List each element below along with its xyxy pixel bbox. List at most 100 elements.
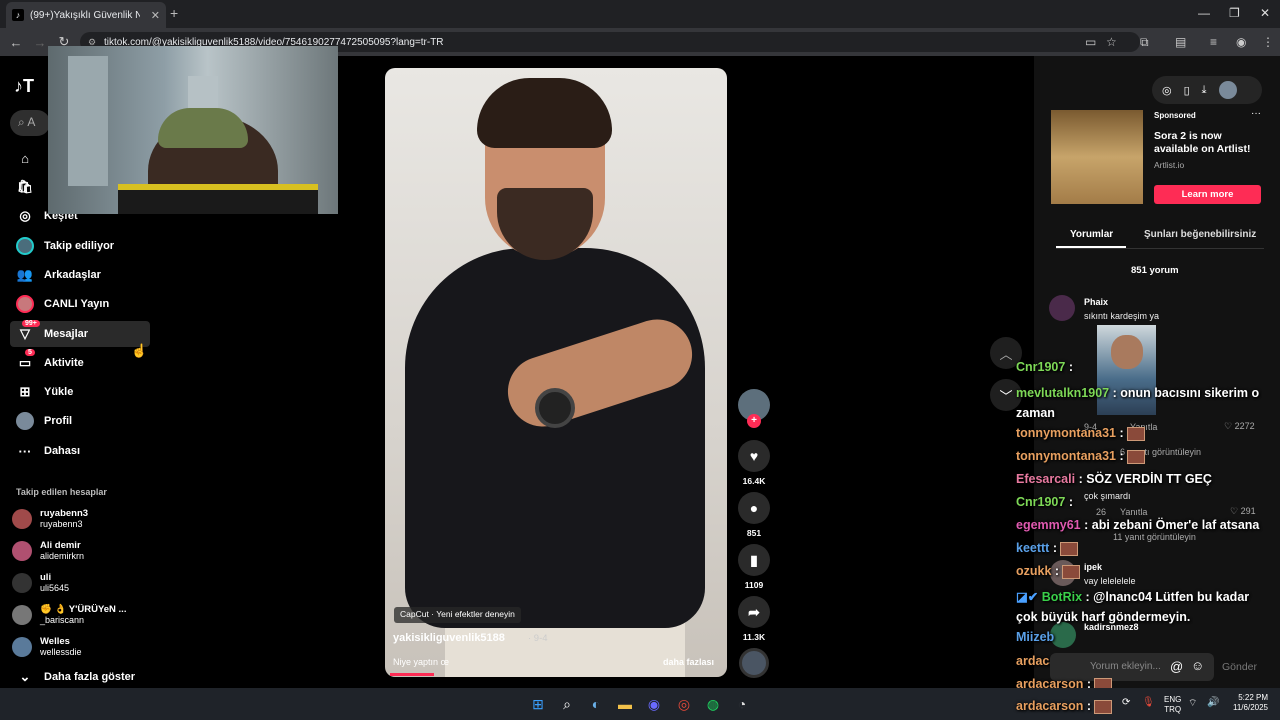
avatar[interactable] (1049, 295, 1075, 321)
back-icon[interactable]: ← (4, 35, 28, 50)
steam-icon[interactable]: ◐ (586, 694, 606, 714)
heart-icon: ♡ (1230, 506, 1241, 516)
browser-menu-icon[interactable]: ⋮ (1262, 35, 1274, 49)
avatar[interactable] (1218, 81, 1237, 99)
reply-link[interactable]: Yanıtla (1120, 507, 1147, 517)
activity-badge: 5 (25, 349, 35, 356)
tab-search-icon[interactable]: ▤ (1175, 35, 1186, 49)
tiktok-logo-icon[interactable]: ♪T (14, 76, 34, 97)
restore-icon[interactable]: ❐ (1229, 6, 1240, 20)
chat-user: Cnr1907 (1016, 360, 1066, 374)
language-secondary: TRQ (1164, 705, 1182, 714)
search-input[interactable]: ⌕ A (10, 110, 50, 136)
chat-text: : SÖZ VERDİN TT GEÇ (1078, 472, 1212, 486)
show-more-label: Daha fazla göster (44, 671, 136, 683)
sidebar-item-more[interactable]: ··· Dahası (10, 438, 150, 464)
new-tab-icon[interactable]: + (170, 5, 178, 21)
ad-options-icon[interactable]: ··· (1251, 108, 1261, 119)
language-indicator[interactable]: ENG TRQ (1164, 695, 1181, 715)
chat-message: ardacarson : (1016, 699, 1113, 714)
microphone-icon[interactable]: 🎙 (1142, 697, 1155, 708)
comment-user[interactable]: ipek (1084, 562, 1102, 572)
sidebar-item-following[interactable]: Takip ediliyor (10, 233, 150, 259)
windows-start-icon[interactable]: ⊞ (528, 694, 548, 714)
sidebar-item-live[interactable]: CANLI Yayın (10, 291, 150, 317)
ad-thumbnail[interactable] (1051, 110, 1143, 204)
save-action[interactable]: ▮ 1109 (738, 544, 770, 590)
learn-more-button[interactable]: Learn more (1154, 185, 1261, 204)
share-icon[interactable]: ➦ (738, 596, 770, 628)
bookmark-star-icon[interactable]: ☆ (1106, 35, 1117, 49)
chat-text: : (1068, 495, 1073, 509)
sidebar-item-friends[interactable]: 👥 Arkadaşlar (10, 262, 150, 288)
share-action[interactable]: ➦ 11.3K (738, 596, 770, 642)
account-handle: wellessdie (40, 647, 82, 657)
download-icon[interactable]: ⤓ (1202, 84, 1207, 97)
comment-text: çok şımardı (1084, 491, 1131, 501)
phone-icon[interactable]: ▯ (1184, 84, 1190, 97)
chat-message: mevlutalkn1907 : onun bacısını sikerim o… (1016, 383, 1266, 423)
chat-text: : (1086, 699, 1092, 713)
sidebar-item-profile[interactable]: Profil (10, 408, 150, 434)
sidebar-item-label: Arkadaşlar (44, 269, 101, 281)
volume-icon[interactable]: 🔊 (1207, 697, 1219, 708)
clock[interactable]: 5:22 PM 11/6/2025 (1228, 693, 1268, 713)
file-explorer-icon[interactable]: ▬ (615, 694, 635, 714)
comment-like[interactable]: ♡ 291 (1230, 506, 1256, 517)
window-close-icon[interactable]: ✕ (1260, 6, 1270, 20)
wifi-icon[interactable]: ⌔ (1188, 697, 1197, 710)
mention-icon[interactable]: @ (1170, 659, 1183, 674)
discord-icon[interactable]: ◉ (644, 694, 664, 714)
bookmark-icon[interactable]: ▮ (738, 544, 770, 576)
obs-icon[interactable]: ◔ (732, 694, 752, 714)
followed-account[interactable]: uli uli5645 (12, 572, 152, 594)
tab-close-icon[interactable]: ✕ (151, 9, 160, 22)
comment-action[interactable]: ● 851 (738, 492, 770, 538)
browser-tab[interactable]: ♪ (99+)Yakışıklı Güvenlik Neden ✕ (6, 2, 166, 28)
followed-account[interactable]: ✊ 👌 Y'ÜRÜYeN ... _bariscann (12, 604, 152, 626)
follow-plus-icon[interactable]: + (747, 414, 761, 428)
comment-text: vay lelelelele (1084, 576, 1136, 586)
profile-avatar-icon[interactable]: ◉ (1236, 35, 1246, 49)
followed-account[interactable]: Ali demir alidemirkrn (12, 540, 152, 562)
capcut-label[interactable]: CapCut · Yeni efektler deneyin (394, 607, 521, 623)
chat-message: tonnymontana31 : (1016, 426, 1145, 441)
emote-icon (1062, 564, 1081, 579)
ad-title[interactable]: Sora 2 is now available on Artlist! (1154, 130, 1264, 156)
ad-domain: Artlist.io (1154, 160, 1185, 170)
media-icon[interactable]: ≡ (1210, 35, 1217, 49)
music-disc-icon[interactable] (739, 648, 769, 678)
like-action[interactable]: ♥ 16.4K (738, 440, 770, 486)
tab-comments[interactable]: Yorumlar (1070, 229, 1113, 240)
sidebar-item-upload[interactable]: ⊞ Yükle (10, 379, 150, 405)
comment-icon[interactable]: ● (738, 492, 770, 524)
home-icon: ⌂ (21, 150, 29, 166)
extensions-icon[interactable]: ⧉ (1140, 35, 1149, 50)
search-icon[interactable]: ⌕ (557, 694, 577, 714)
video-player[interactable] (385, 68, 727, 677)
followed-account[interactable]: ruyabenn3 ruyabenn3 (12, 508, 152, 530)
heart-icon[interactable]: ♥ (738, 440, 770, 472)
followed-account[interactable]: Welles wellessdie (12, 636, 152, 658)
spotify-icon[interactable]: ◍ (703, 694, 723, 714)
install-icon[interactable]: ▭ (1085, 35, 1096, 49)
video-author[interactable]: yakisikliguvenlik5188 (393, 632, 505, 644)
view-replies-link[interactable]: 11 yanıt görüntüleyin (1113, 532, 1196, 542)
minimize-icon[interactable]: — (1198, 6, 1210, 20)
sidebar-item-label: Profil (44, 415, 73, 427)
sidebar-item-messages[interactable]: ▽ 99+ Mesajlar (10, 320, 150, 347)
comment-user[interactable]: Phaix (1084, 297, 1108, 307)
caption-more-link[interactable]: daha fazlası (663, 657, 714, 667)
emoji-icon[interactable]: ☺ (1191, 658, 1204, 673)
chrome-icon[interactable]: ◎ (674, 694, 694, 714)
network-icon[interactable]: ⟳ (1122, 697, 1130, 708)
show-more-button[interactable]: ⌄ Daha fazla göster (10, 664, 150, 690)
video-progress-bar[interactable] (390, 673, 434, 676)
video-date: · 9-4 (528, 633, 548, 644)
comment-date: 26 (1096, 507, 1107, 517)
sidebar-item-activity[interactable]: ▭ 5 Aktivite (10, 349, 150, 376)
send-button[interactable]: Gönder (1222, 661, 1257, 673)
tab-you-may-like[interactable]: Şunları beğenebilirsiniz (1144, 229, 1256, 240)
compass-icon[interactable]: ◎ (1162, 84, 1172, 97)
chat-user: Cnr1907 (1016, 495, 1066, 509)
